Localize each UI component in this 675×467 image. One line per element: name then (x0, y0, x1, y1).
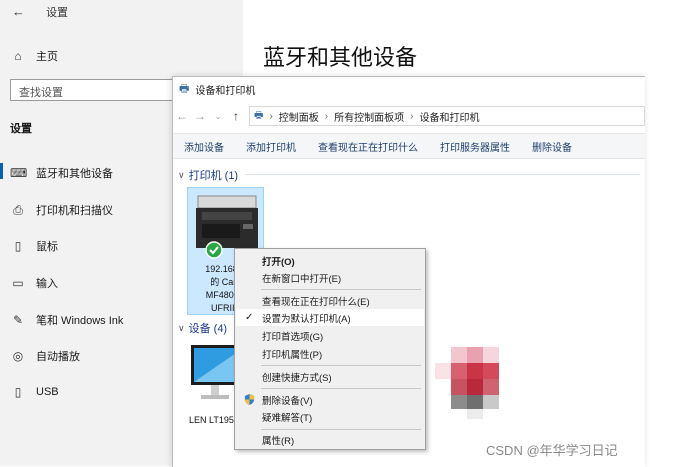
print-server-properties-button[interactable]: 打印服务器属性 (429, 139, 521, 154)
address-field[interactable]: 🖶 › 控制面板 › 所有控制面板项 › 设备和打印机 (249, 106, 645, 126)
keyboard-icon: ▭ (12, 276, 24, 290)
menu-item-label: 在新窗口中打开(E) (262, 273, 342, 285)
pen-icon: ✎ (12, 313, 24, 327)
window-titlebar[interactable]: 🖶 设备和打印机 (173, 77, 645, 101)
breadcrumb-item[interactable]: 控制面板 (279, 109, 319, 124)
section-label: 设置 (10, 123, 32, 135)
menu-item-label: 打印机属性(P) (262, 349, 323, 361)
chevron-down-icon: ∨ (178, 322, 185, 333)
settings-app-title: 设置 (46, 7, 69, 19)
sidebar-item-label: 自动播放 (36, 351, 80, 363)
menu-separator (261, 388, 421, 389)
add-printer-button[interactable]: 添加打印机 (235, 139, 307, 154)
menu-item-open[interactable]: 打开(O) (236, 252, 424, 269)
watermark-text: CSDN @年华学习日记 (486, 443, 618, 458)
chevron-down-icon: ∨ (178, 169, 185, 180)
menu-item-remove-device[interactable]: 删除设备(V) (236, 391, 424, 408)
menu-item-create-shortcut[interactable]: 创建快捷方式(S) (236, 368, 424, 385)
devices-printers-icon: 🖶 (179, 82, 190, 95)
back-arrow-icon[interactable]: ← (12, 4, 25, 19)
sidebar-item-home[interactable]: ⌂ 主页 (10, 48, 58, 64)
back-row[interactable]: ← 设置 (12, 4, 68, 20)
context-menu: 打开(O) 在新窗口中打开(E) 查看现在正在打印什么(E) ✓ 设置为默认打印… (234, 248, 426, 450)
printer-icon: ⎙ (13, 202, 23, 217)
sidebar-item-printers[interactable]: ⎙ 打印机和扫描仪 (10, 202, 113, 218)
menu-separator (261, 429, 421, 430)
menu-separator (261, 289, 421, 290)
back-icon[interactable]: ← (173, 109, 191, 123)
remove-device-button[interactable]: 删除设备 (521, 139, 583, 154)
checkmark-icon: ✓ (245, 312, 254, 323)
printers-group-header[interactable]: ∨ 打印机 (1) (178, 167, 238, 183)
sidebar-item-label: 输入 (36, 278, 58, 290)
chevron-down-icon[interactable]: ⌄ (209, 112, 227, 121)
bluetooth-devices-icon: ⌨ (10, 166, 28, 180)
menu-item-label: 查看现在正在打印什么(E) (262, 296, 370, 308)
menu-item-printer-properties[interactable]: 打印机属性(P) (236, 345, 424, 362)
menu-item-label: 打开(O) (262, 256, 295, 268)
control-panel-icon: 🖶 (254, 109, 264, 121)
menu-item-troubleshoot[interactable]: 疑难解答(T) (236, 408, 424, 425)
device-label: LEN LT195 (189, 415, 234, 425)
add-device-button[interactable]: 添加设备 (173, 139, 235, 154)
sidebar-item-label: USB (36, 386, 59, 398)
window-title: 设备和打印机 (195, 85, 256, 97)
menu-item-label: 打印首选项(G) (262, 331, 324, 343)
forward-icon[interactable]: → (191, 109, 209, 123)
menu-item-label: 创建快捷方式(S) (262, 372, 332, 384)
up-icon[interactable]: ↑ (227, 109, 245, 123)
breadcrumb-item[interactable]: 设备和打印机 (419, 109, 479, 124)
menu-item-label: 属性(R) (262, 435, 295, 447)
breadcrumb-item[interactable]: 所有控制面板项 (334, 109, 404, 124)
uac-shield-icon (244, 394, 255, 405)
sidebar-item-mouse[interactable]: ▯ 鼠标 (10, 238, 58, 254)
group-label: 打印机 (1) (188, 170, 239, 182)
menu-item-see-printing[interactable]: 查看现在正在打印什么(E) (236, 292, 424, 309)
usb-icon: ▯ (14, 385, 22, 399)
home-icon: ⌂ (14, 49, 22, 63)
sidebar-item-label: 笔和 Windows Ink (36, 315, 124, 327)
menu-item-set-default[interactable]: ✓ 设置为默认打印机(A) (236, 309, 424, 326)
menu-item-label: 删除设备(V) (262, 395, 313, 407)
menu-item-printing-preferences[interactable]: 打印首选项(G) (236, 327, 424, 344)
sidebar-item-label: 蓝牙和其他设备 (36, 168, 113, 180)
see-whats-printing-button[interactable]: 查看现在正在打印什么 (307, 139, 429, 154)
group-label: 设备 (4) (188, 323, 228, 335)
sidebar-item-bluetooth[interactable]: ⌨ 蓝牙和其他设备 (10, 165, 113, 181)
devices-group-header[interactable]: ∨ 设备 (4) (178, 320, 227, 336)
menu-separator (261, 365, 421, 366)
sidebar-item-label: 打印机和扫描仪 (36, 205, 113, 217)
sidebar-item-label: 鼠标 (36, 241, 58, 253)
address-bar: ← → ⌄ ↑ 🖶 › 控制面板 › 所有控制面板项 › 设备和打印机 (173, 105, 645, 127)
blurred-device-icon (435, 347, 499, 419)
menu-item-label: 疑难解答(T) (262, 412, 313, 424)
group-divider (245, 174, 640, 175)
autoplay-icon: ◎ (12, 349, 24, 363)
mouse-icon: ▯ (14, 239, 22, 253)
sidebar-item-input[interactable]: ▭ 输入 (10, 275, 58, 291)
menu-item-open-new-window[interactable]: 在新窗口中打开(E) (236, 269, 424, 286)
sidebar-item-label: 主页 (36, 51, 58, 63)
page-title: 蓝牙和其他设备 (263, 45, 418, 70)
menu-item-properties[interactable]: 属性(R) (236, 431, 424, 448)
active-indicator (0, 163, 3, 179)
sidebar-item-autoplay[interactable]: ◎ 自动播放 (10, 348, 80, 364)
command-bar: 添加设备 添加打印机 查看现在正在打印什么 打印服务器属性 删除设备 (173, 133, 645, 159)
menu-item-label: 设置为默认打印机(A) (262, 313, 351, 325)
sidebar-item-pen[interactable]: ✎ 笔和 Windows Ink (10, 312, 123, 328)
sidebar-item-usb[interactable]: ▯ USB (10, 385, 59, 399)
